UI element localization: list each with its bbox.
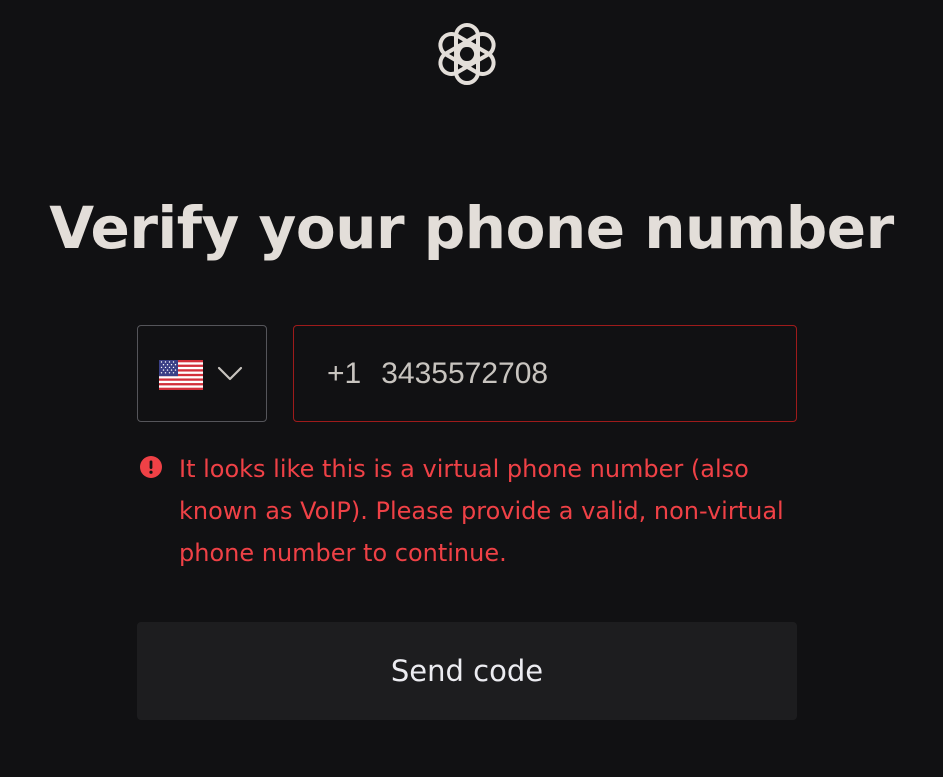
country-selector[interactable] <box>137 325 267 422</box>
country-code-prefix: +1 <box>327 356 362 390</box>
error-text: It looks like this is a virtual phone nu… <box>179 455 784 567</box>
phone-number-value: 3435572708 <box>381 356 549 390</box>
alert-circle-icon <box>140 456 162 478</box>
send-code-button[interactable]: Send code <box>137 622 797 720</box>
chevron-down-icon <box>217 366 243 381</box>
page-title: Verify your phone number <box>49 194 894 262</box>
phone-number-input[interactable]: +1 3435572708 <box>293 325 797 422</box>
openai-logo-icon <box>438 23 496 85</box>
us-flag-icon <box>159 360 203 390</box>
